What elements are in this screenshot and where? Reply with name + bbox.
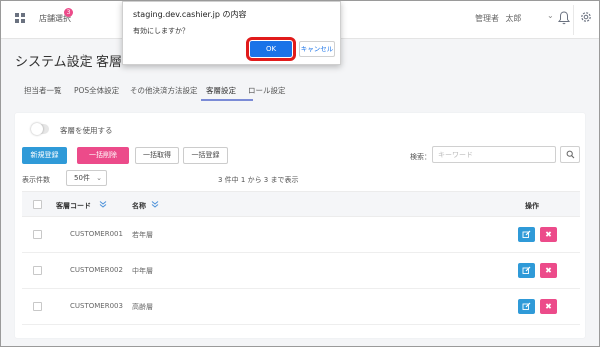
delete-icon: ✖ xyxy=(545,266,552,275)
bulk-delete-button[interactable]: 一括削除 xyxy=(77,147,129,164)
sort-icon[interactable] xyxy=(99,200,107,208)
row-checkbox[interactable] xyxy=(33,230,42,239)
delete-icon: ✖ xyxy=(545,302,552,311)
page-subtitle: 客層 xyxy=(96,55,123,70)
app-frame: 店舗選択 3 管理者 太郎 ⌄ システム設定 〉 客層 担当者一覧 POS全体設… xyxy=(0,0,600,347)
search-label: 検索： xyxy=(410,153,431,161)
edit-icon xyxy=(522,266,531,274)
row-code: CUSTOMER002 xyxy=(70,266,123,274)
customer-segment-card: 客層を使用する 新規登録 一括削除 一括取得 一括登録 検索： 表示件数 50件… xyxy=(15,113,585,338)
edit-button[interactable] xyxy=(518,263,535,278)
tab-pos-settings[interactable]: POS全体設定 xyxy=(74,85,119,96)
column-header-code[interactable]: 客層コード xyxy=(56,201,91,211)
confirm-dialog: staging.dev.cashier.jp の内容 有効にしますか？ OK キ… xyxy=(122,1,341,65)
column-header-name[interactable]: 名称 xyxy=(132,201,146,211)
row-name: 若年層 xyxy=(132,231,153,239)
chevron-down-icon[interactable]: ⌄ xyxy=(547,11,554,20)
new-register-button[interactable]: 新規登録 xyxy=(22,147,67,164)
select-all-checkbox[interactable] xyxy=(33,200,42,209)
delete-button[interactable]: ✖ xyxy=(540,227,557,242)
tab-payment-settings[interactable]: その他決済方法設定 xyxy=(130,85,198,96)
tab-staff-list[interactable]: 担当者一覧 xyxy=(24,85,62,96)
row-code: CUSTOMER003 xyxy=(70,302,123,310)
search-icon xyxy=(566,150,575,159)
row-code: CUSTOMER001 xyxy=(70,230,123,238)
header-divider xyxy=(573,5,574,35)
per-page-value: 50件 xyxy=(74,174,90,182)
breadcrumb-separator: 〉 xyxy=(82,54,96,69)
tab-role-settings[interactable]: ロール設定 xyxy=(248,85,286,96)
column-header-actions: 操作 xyxy=(525,202,539,210)
bulk-get-button[interactable]: 一括取得 xyxy=(135,147,179,164)
row-checkbox[interactable] xyxy=(33,302,42,311)
dialog-message: 有効にしますか？ xyxy=(133,27,189,35)
user-name: 太郎 xyxy=(505,14,522,23)
user-menu[interactable]: 管理者 太郎 xyxy=(475,13,522,24)
page-title: システム設定 xyxy=(15,55,93,70)
per-page-select[interactable]: 50件 ⌄ xyxy=(66,170,107,186)
grid-menu-icon[interactable] xyxy=(15,13,25,23)
delete-button[interactable]: ✖ xyxy=(540,299,557,314)
row-name: 高齢層 xyxy=(132,303,153,311)
dialog-ok-button[interactable]: OK xyxy=(250,41,292,57)
row-name: 中年層 xyxy=(132,267,153,275)
bell-icon[interactable] xyxy=(557,10,571,26)
toggle-knob xyxy=(31,123,43,135)
customer-segment-table: 客層コード 名称 操作 CUSTOMER001 若年層 ✖ CUSTOMER00… xyxy=(22,191,580,325)
toggle-label: 客層を使用する xyxy=(60,126,113,135)
delete-button[interactable]: ✖ xyxy=(540,263,557,278)
bulk-register-button[interactable]: 一括登録 xyxy=(183,147,228,164)
search-input[interactable] xyxy=(432,146,556,163)
user-role: 管理者 xyxy=(475,14,499,23)
table-row: CUSTOMER001 若年層 ✖ xyxy=(22,217,580,253)
dialog-cancel-button[interactable]: キャンセル xyxy=(299,41,335,57)
delete-icon: ✖ xyxy=(545,230,552,239)
record-count-text: 3 件中 1 から 3 まで表示 xyxy=(218,176,299,184)
store-badge: 3 xyxy=(64,8,73,17)
use-segment-toggle[interactable] xyxy=(31,123,49,135)
search-button[interactable] xyxy=(560,146,580,163)
table-header: 客層コード 名称 操作 xyxy=(22,191,580,217)
gear-icon[interactable] xyxy=(579,10,593,24)
edit-icon xyxy=(522,302,531,310)
table-row: CUSTOMER002 中年層 ✖ xyxy=(22,253,580,289)
edit-button[interactable] xyxy=(518,299,535,314)
row-checkbox[interactable] xyxy=(33,266,42,275)
per-page-label: 表示件数 xyxy=(22,176,50,184)
chevron-down-icon: ⌄ xyxy=(96,174,102,182)
edit-icon xyxy=(522,230,531,238)
tab-customer-segment[interactable]: 客層設定 xyxy=(206,85,236,96)
table-row: CUSTOMER003 高齢層 ✖ xyxy=(22,289,580,325)
edit-button[interactable] xyxy=(518,227,535,242)
dialog-title: staging.dev.cashier.jp の内容 xyxy=(133,10,247,19)
sort-icon[interactable] xyxy=(151,200,159,208)
active-tab-indicator xyxy=(201,99,253,101)
